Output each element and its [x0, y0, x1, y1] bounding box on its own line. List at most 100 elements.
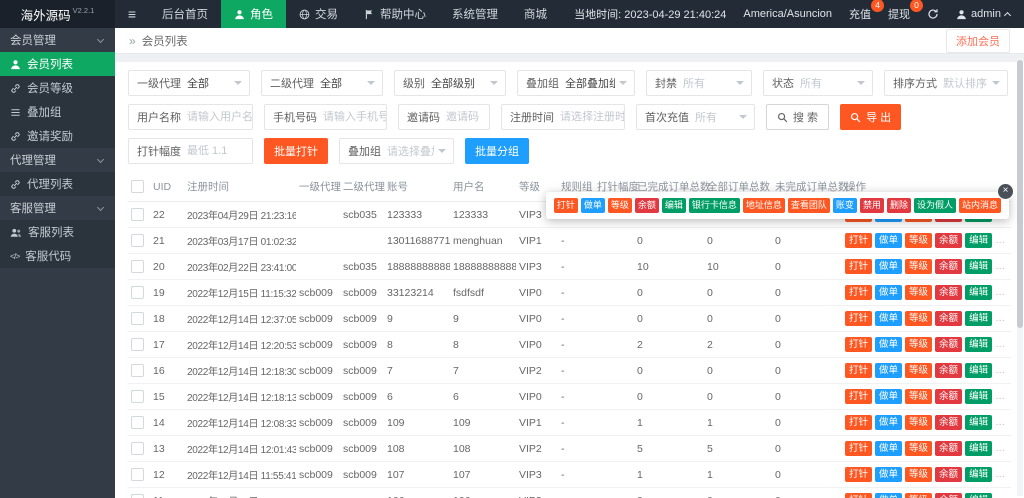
row-action-button[interactable]: 等级 — [905, 388, 933, 405]
row-checkbox[interactable] — [131, 234, 144, 247]
add-member-button[interactable]: 添加会员 — [946, 28, 1010, 53]
page-scrollbar[interactable] — [1017, 58, 1023, 496]
row-action-button[interactable]: 余额 — [935, 440, 963, 457]
row-action-button[interactable]: 做单 — [875, 258, 903, 275]
scrollbar-thumb[interactable] — [1017, 60, 1023, 328]
row-action-button[interactable]: 编辑 — [965, 310, 993, 327]
row-checkbox[interactable] — [131, 364, 144, 377]
popup-action-button[interactable]: 禁用 — [859, 198, 884, 213]
row-action-button[interactable]: 编辑 — [965, 232, 993, 249]
row-action-button[interactable]: 编辑 — [965, 362, 993, 379]
filter-input-phone[interactable] — [323, 111, 386, 123]
row-checkbox[interactable] — [131, 338, 144, 351]
row-action-button[interactable]: 余额 — [935, 362, 963, 379]
filter-select-stack-group[interactable]: 叠加组 全部叠加组 — [517, 70, 635, 96]
row-action-button[interactable]: 等级 — [905, 414, 933, 431]
filter-select-status[interactable]: 状态 所有 — [763, 70, 873, 96]
sidebar-item-service-list[interactable]: 客服列表 — [0, 220, 115, 244]
popup-action-button[interactable]: 等级 — [607, 198, 632, 213]
popup-action-button[interactable]: 设为假人 — [913, 198, 956, 213]
timezone[interactable]: America/Asuncion — [743, 8, 832, 20]
popup-action-button[interactable]: 删除 — [886, 198, 911, 213]
amplitude-input[interactable] — [187, 145, 252, 157]
sidebar-item-agent-list[interactable]: 代理列表 — [0, 172, 115, 196]
filter-input-reg-time[interactable] — [560, 111, 624, 123]
row-action-button[interactable]: 打针 — [845, 310, 873, 327]
topnav-item-home[interactable]: 后台首页 — [149, 0, 221, 28]
row-more-button[interactable]: … — [995, 261, 1005, 272]
row-action-button[interactable]: 编辑 — [965, 258, 993, 275]
popup-close-icon[interactable]: × — [998, 184, 1013, 199]
row-more-button[interactable]: … — [995, 443, 1005, 454]
row-action-button[interactable]: 等级 — [905, 440, 933, 457]
row-checkbox[interactable] — [131, 390, 144, 403]
sidebar-group-member-manage[interactable]: 会员管理 — [0, 28, 115, 52]
row-action-button[interactable]: 余额 — [935, 388, 963, 405]
row-action-button[interactable]: 编辑 — [965, 336, 993, 353]
row-action-button[interactable]: 做单 — [875, 388, 903, 405]
export-button[interactable]: 导 出 — [840, 104, 902, 130]
row-action-button[interactable]: 做单 — [875, 362, 903, 379]
sidebar-item-service-code[interactable]: </> 客服代码 — [0, 244, 115, 268]
row-action-button[interactable]: 余额 — [935, 414, 963, 431]
row-action-button[interactable]: 打针 — [845, 466, 873, 483]
popup-action-button[interactable]: 地址信息 — [742, 198, 785, 213]
row-more-button[interactable]: … — [995, 235, 1005, 246]
sidebar-group-service-manage[interactable]: 客服管理 — [0, 196, 115, 220]
row-action-button[interactable]: 等级 — [905, 310, 933, 327]
select-all-checkbox[interactable] — [131, 180, 144, 193]
sidebar-item-member-level[interactable]: 会员等级 — [0, 76, 115, 100]
row-checkbox[interactable] — [131, 416, 144, 429]
batch-group-button[interactable]: 批量分组 — [465, 138, 529, 164]
row-action-button[interactable]: 余额 — [935, 284, 963, 301]
row-action-button[interactable]: 等级 — [905, 232, 933, 249]
row-checkbox[interactable] — [131, 494, 144, 498]
row-action-button[interactable]: 等级 — [905, 492, 933, 498]
withdraw-link[interactable]: 提现 0 — [888, 0, 924, 22]
row-action-button[interactable]: 做单 — [875, 492, 903, 498]
row-action-button[interactable]: 做单 — [875, 284, 903, 301]
sidebar-item-stack-group[interactable]: 叠加组 — [0, 100, 115, 124]
row-action-button[interactable]: 余额 — [935, 492, 963, 498]
row-action-button[interactable]: 打针 — [845, 440, 873, 457]
row-more-button[interactable]: … — [995, 339, 1005, 350]
row-more-button[interactable]: … — [995, 417, 1005, 428]
row-checkbox[interactable] — [131, 468, 144, 481]
row-action-button[interactable]: 等级 — [905, 284, 933, 301]
row-action-button[interactable]: 余额 — [935, 310, 963, 327]
filter-select-sort[interactable]: 排序方式 默认排序 — [884, 70, 1008, 96]
filter-select-agent2[interactable]: 二级代理 全部 — [261, 70, 383, 96]
row-action-button[interactable]: 打针 — [845, 284, 873, 301]
row-action-button[interactable]: 编辑 — [965, 492, 993, 498]
topnav-item-mall[interactable]: 商城 — [511, 0, 560, 28]
sidebar-group-agent-manage[interactable]: 代理管理 — [0, 148, 115, 172]
filter-select-first-recharge[interactable]: 首次充值 所有 — [636, 104, 755, 130]
row-action-button[interactable]: 余额 — [935, 258, 963, 275]
recharge-link[interactable]: 充值 4 — [849, 0, 885, 22]
popup-action-button[interactable]: 余额 — [634, 198, 659, 213]
row-action-button[interactable]: 做单 — [875, 414, 903, 431]
row-action-button[interactable]: 做单 — [875, 310, 903, 327]
filter-select-level[interactable]: 级别 全部级别 — [394, 70, 506, 96]
popup-action-button[interactable]: 打针 — [553, 198, 578, 213]
row-action-button[interactable]: 余额 — [935, 466, 963, 483]
batch-group-select[interactable]: 叠加组 请选择叠加组 — [339, 138, 454, 164]
row-action-button[interactable]: 余额 — [935, 336, 963, 353]
sidebar-item-member-list[interactable]: 会员列表 — [0, 52, 115, 76]
row-action-button[interactable]: 等级 — [905, 362, 933, 379]
row-action-button[interactable]: 编辑 — [965, 414, 993, 431]
row-action-button[interactable]: 打针 — [845, 362, 873, 379]
row-action-button[interactable]: 打针 — [845, 336, 873, 353]
popup-action-button[interactable]: 做单 — [580, 198, 605, 213]
row-action-button[interactable]: 打针 — [845, 232, 873, 249]
popup-action-button[interactable]: 编辑 — [661, 198, 686, 213]
refresh-icon[interactable] — [927, 8, 939, 20]
row-more-button[interactable]: … — [995, 469, 1005, 480]
topnav-item-trade[interactable]: 交易 — [286, 0, 351, 28]
row-checkbox[interactable] — [131, 312, 144, 325]
row-action-button[interactable]: 做单 — [875, 232, 903, 249]
popup-action-button[interactable]: 站内消息 — [958, 198, 1001, 213]
topnav-item-help[interactable]: 帮助中心 — [351, 0, 439, 28]
row-action-button[interactable]: 等级 — [905, 466, 933, 483]
filter-input-invite-code[interactable] — [446, 111, 489, 123]
